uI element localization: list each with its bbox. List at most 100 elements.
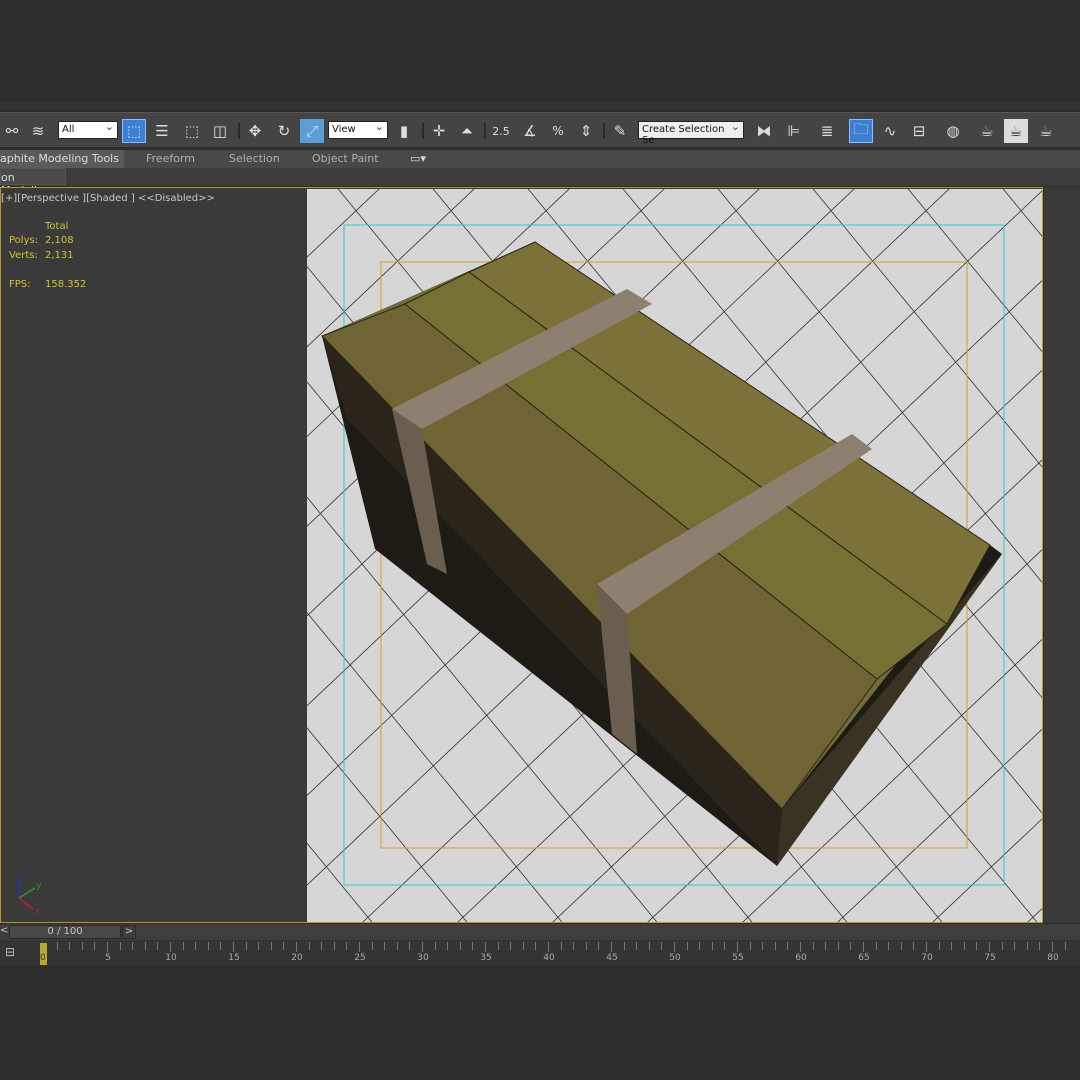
tab-polygon-modeling[interactable]: on Modeling [0,168,66,197]
viewport-pov-menu[interactable]: [Perspective ] [17,193,86,204]
pivot-center-icon[interactable]: ▮ [392,119,416,143]
curve-editor-mini-icon[interactable]: ⊟ [5,945,23,961]
frame-tick [459,942,461,950]
bind-space-warp-icon[interactable]: ≋ [26,119,50,143]
frame-tick [560,942,562,950]
frame-tick [989,942,990,952]
window-crossing-icon[interactable]: ◫ [208,119,232,143]
edit-named-selection-icon[interactable]: ✎ [608,119,632,143]
frame-tick [447,942,449,950]
scene-explorer-icon[interactable]: 🗀 [849,119,873,143]
frame-label: 20 [291,953,303,963]
select-object-icon[interactable]: ⬚ [122,119,146,143]
frame-label: 60 [795,953,807,963]
named-selection-dropdown[interactable]: Create Selection Se [638,120,744,146]
frame-label: 55 [732,953,744,963]
viewport-label[interactable]: [+][Perspective ][Shaded ] <<Disabled>> [1,193,215,204]
rendered-frame-window-icon[interactable]: ☕ [1004,119,1028,143]
reference-coordinate-dropdown[interactable]: View [328,120,388,139]
selection-filter-dropdown[interactable]: All [58,120,118,139]
frame-label: 25 [354,953,366,963]
frame-tick [850,942,852,950]
frame-tick [585,942,587,950]
right-panel [1044,187,1080,923]
unlink-icon[interactable]: ⚯ [0,119,24,143]
viewport-disabled-label: <<Disabled>> [137,193,215,204]
frame-tick [1064,942,1066,950]
mirror-icon[interactable]: ⧓ [752,119,776,143]
tab-graphite-modeling-tools[interactable]: aphite Modeling Tools [0,150,124,168]
rotate-icon[interactable]: ↻ [272,119,296,143]
frame-tick [1039,942,1041,950]
frame-tick [207,942,209,950]
ribbon-options-icon[interactable]: ▭▾ [410,152,426,165]
align-icon[interactable]: ⊫ [782,119,806,143]
menu-strip [0,102,1080,110]
fps-value: 158.352 [45,279,87,290]
frame-tick [774,942,776,950]
frame-tick [749,942,751,950]
frame-tick [548,942,549,952]
frame-tick [422,942,423,952]
frame-label: 65 [858,953,870,963]
frame-tick [926,942,927,952]
select-by-name-icon[interactable]: ☰ [150,119,174,143]
keyboard-shortcut-icon[interactable]: ⏶ [455,119,479,143]
tab-selection[interactable]: Selection [229,152,280,165]
frame-tick [132,942,134,950]
frame-tick [270,942,272,950]
frame-tick [195,942,197,950]
frame-tick [837,942,839,950]
render-area[interactable] [307,189,1042,922]
frame-tick [359,942,360,952]
frame-tick [875,942,877,950]
time-slider-handle[interactable]: 0 / 100 [9,925,121,939]
schematic-view-icon[interactable]: ⊟ [907,119,931,143]
frame-tick [170,942,171,952]
track-bar[interactable]: ⊟ 0 5 10 15 20 25 30 35 40 45 50 55 60 65 70 75 80 [0,940,1080,966]
prev-frame-button[interactable]: < [0,925,8,936]
percent-snap-icon[interactable]: % [546,119,570,143]
frame-tick [863,942,864,952]
current-frame-marker[interactable]: 0 [40,943,47,965]
material-editor-icon[interactable]: ◍ [941,119,965,143]
frame-tick [913,942,915,950]
spinner-snap-icon[interactable]: ⇕ [574,119,598,143]
frame-label: 10 [165,953,177,963]
frame-tick [636,942,638,950]
curve-editor-icon[interactable]: ∿ [878,119,902,143]
frame-label: 80 [1047,953,1059,963]
frame-tick [762,942,764,950]
frame-tick [371,942,373,950]
frame-tick [825,942,827,950]
layer-manager-icon[interactable]: ≣ [815,119,839,143]
frame-tick [245,942,247,950]
rectangular-selection-icon[interactable]: ⬚ [180,119,204,143]
angle-snap-icon[interactable]: ∡ [518,119,542,143]
move-icon[interactable]: ✥ [243,119,267,143]
frame-label: 30 [417,953,429,963]
scale-icon[interactable]: ⤢ [300,119,324,143]
frame-tick [69,942,71,950]
viewport-plus-menu[interactable]: [+] [1,193,17,204]
time-slider[interactable]: < 0 / 100 > [0,924,1080,940]
frame-tick [144,942,146,950]
frame-tick [497,942,499,950]
frame-tick [951,942,953,950]
frame-tick [107,942,108,952]
frame-tick [686,942,688,950]
tab-object-paint[interactable]: Object Paint [312,152,379,165]
fps-label: FPS: [9,279,31,290]
render-production-icon[interactable]: ☕ [1034,119,1058,143]
stats-header: Total [45,221,69,232]
viewport-shading-menu[interactable]: [Shaded ] [86,193,135,204]
render-setup-icon[interactable]: ☕ [975,119,999,143]
next-frame-button[interactable]: > [122,925,136,939]
frame-tick [535,942,537,950]
frame-tick [1014,942,1016,950]
wooden-crate-model [321,241,1002,866]
snaps-toggle-icon[interactable]: 2.5 [489,119,513,143]
select-manipulate-icon[interactable]: ✛ [427,119,451,143]
tab-freeform[interactable]: Freeform [146,152,195,165]
frame-tick [938,942,940,950]
